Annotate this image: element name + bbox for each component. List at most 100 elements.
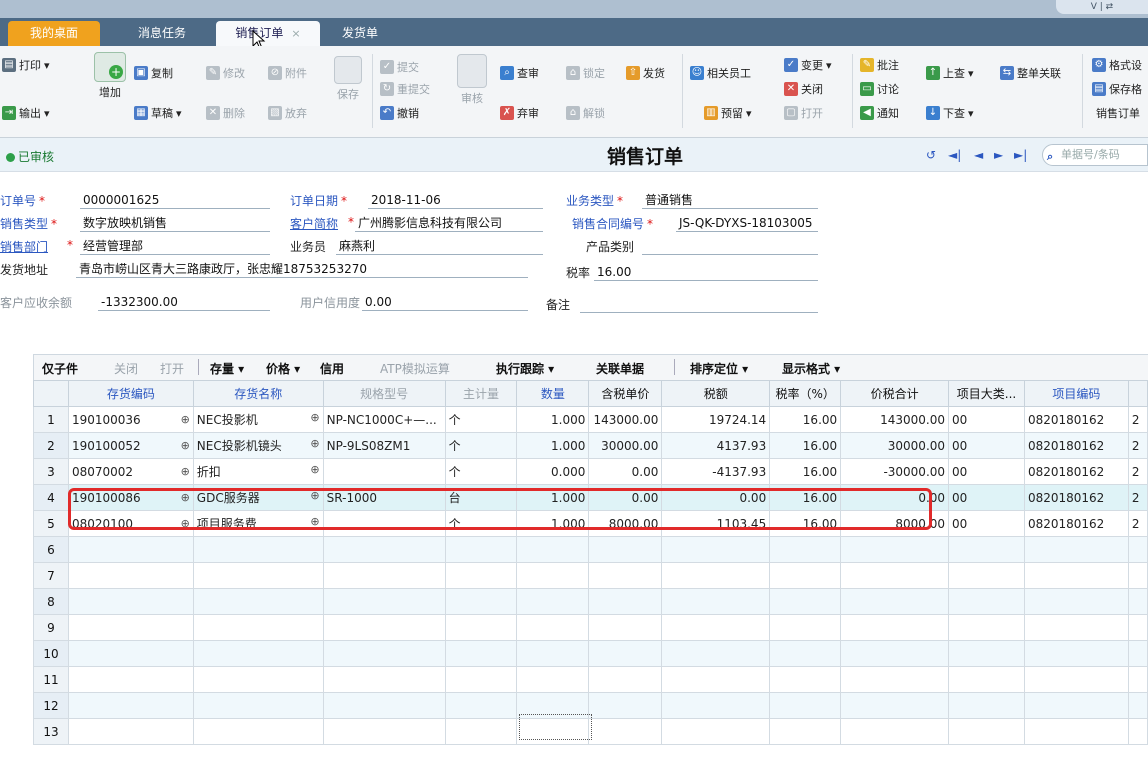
cell-name[interactable]: NEC投影机 ⊕ [192, 406, 324, 433]
tab-sales-order[interactable]: 销售订单 × [216, 21, 320, 46]
cell-total[interactable] [840, 692, 950, 719]
cell-tax[interactable]: 19724.14 [661, 406, 771, 433]
cell-rate[interactable]: 16.00 [769, 432, 842, 459]
table-row[interactable]: 11 [33, 666, 1148, 693]
cell-name[interactable]: 项目服务费 ⊕ [192, 510, 324, 537]
table-row[interactable]: 4 190100086 ⊕ GDC服务器 ⊕ SR-1000 台 1.000 0.00 0.00 1… [33, 484, 1148, 511]
discuss-button[interactable]: ▭ 讨论 [860, 80, 899, 98]
cell-code[interactable] [67, 666, 194, 693]
cell-tax[interactable] [661, 536, 771, 563]
cell-price[interactable]: 30000.00 [588, 432, 663, 459]
cell-total[interactable] [840, 536, 950, 563]
cell-tax[interactable]: -4137.93 [661, 458, 771, 485]
cell-unit[interactable] [444, 718, 518, 745]
column-header[interactable]: 含税单价 [588, 380, 663, 407]
cell-x[interactable]: 2 [1127, 432, 1148, 459]
column-header[interactable]: 税率（%） [769, 380, 842, 407]
revoke-button[interactable]: ↶ 撤销 [380, 104, 419, 122]
cell-unit[interactable] [444, 562, 518, 589]
cell-price[interactable] [588, 718, 663, 745]
discard-button[interactable]: ▧ 放弃 [268, 104, 307, 122]
paperclip-icon[interactable]: ⊕ [310, 515, 319, 528]
cell-proj[interactable]: 0820180162 [1023, 484, 1129, 511]
deliver-button[interactable]: ⇧ 发货 [626, 64, 665, 82]
cell-tax[interactable] [661, 562, 771, 589]
cell-spec[interactable] [322, 614, 446, 641]
column-header[interactable] [1127, 380, 1148, 407]
table-row[interactable]: 8 [33, 588, 1148, 615]
cell-rate[interactable] [769, 536, 842, 563]
cell-proj[interactable] [1023, 640, 1129, 667]
cell-total[interactable]: 8000.00 [840, 510, 950, 537]
cell-total[interactable]: 143000.00 [840, 406, 950, 433]
paperclip-icon[interactable]: ⊕ [310, 489, 319, 502]
draft-button[interactable]: ▦ 草稿 ▾ [134, 104, 182, 122]
cell-cat[interactable] [948, 718, 1025, 745]
cell-price[interactable]: 8000.00 [588, 510, 663, 537]
lock-button[interactable]: ⌂ 锁定 [566, 64, 605, 82]
cell-proj[interactable] [1023, 718, 1129, 745]
sales-type-field[interactable]: 数字放映机销售 [80, 215, 270, 232]
cell-total[interactable] [840, 718, 950, 745]
open-order-button[interactable]: ▢ 打开 [784, 104, 823, 122]
column-header[interactable]: 项目编码 [1023, 380, 1129, 407]
related-docs-button[interactable]: 关联单据 [596, 360, 644, 377]
cell-rate[interactable] [769, 562, 842, 589]
cell-price[interactable] [588, 562, 663, 589]
cell-rate[interactable] [769, 614, 842, 641]
format-setting-button[interactable]: ⚙ 格式设 [1092, 56, 1142, 74]
cell-name[interactable]: GDC服务器 ⊕ [192, 484, 324, 511]
cell-total[interactable]: 0.00 [840, 484, 950, 511]
cell-cat[interactable] [948, 692, 1025, 719]
paperclip-icon[interactable]: ⊕ [310, 437, 319, 450]
biz-type-field[interactable]: 普通销售 [642, 192, 818, 209]
first-record-icon[interactable]: ◄| [948, 148, 961, 162]
abandon-audit-button[interactable]: ✗ 弃审 [500, 104, 539, 122]
cell-price[interactable] [588, 536, 663, 563]
cell-spec[interactable] [322, 666, 446, 693]
column-header[interactable]: 规格型号 [322, 380, 446, 407]
column-header[interactable]: 主计量 [444, 380, 518, 407]
add-button[interactable]: + 增加 [92, 52, 128, 100]
paperclip-icon[interactable]: ⊕ [181, 439, 190, 452]
cell-price[interactable] [588, 692, 663, 719]
cell-unit[interactable] [444, 588, 518, 615]
cell-cat[interactable] [948, 536, 1025, 563]
cell-proj[interactable] [1023, 536, 1129, 563]
cell-name[interactable] [192, 614, 324, 641]
cell-total[interactable]: -30000.00 [840, 458, 950, 485]
column-header[interactable]: 价税合计 [840, 380, 950, 407]
paperclip-icon[interactable]: ⊕ [310, 463, 319, 476]
cell-spec[interactable] [322, 692, 446, 719]
cell-x[interactable]: 2 [1127, 510, 1148, 537]
notify-button[interactable]: ◀ 通知 [860, 104, 899, 122]
cell-spec[interactable] [322, 588, 446, 615]
cell-tax[interactable]: 0.00 [661, 484, 771, 511]
cell-qty[interactable] [516, 718, 590, 745]
cell-tax[interactable]: 1103.45 [661, 510, 771, 537]
cell-proj[interactable]: 0820180162 [1023, 510, 1129, 537]
tax-rate-field[interactable]: 16.00 [594, 264, 818, 281]
ship-addr-field[interactable]: 青岛市崂山区青大三路康政厅，张忠耀18753253270 [76, 261, 528, 278]
cell-qty[interactable] [516, 562, 590, 589]
cell-unit[interactable] [444, 536, 518, 563]
open-row-button[interactable]: 打开 [160, 360, 184, 377]
query-up-button[interactable]: ↑ 上查 ▾ [926, 64, 974, 82]
cell-cat[interactable]: 00 [948, 484, 1025, 511]
table-row[interactable]: 5 08020100 ⊕ 项目服务费 ⊕ 个 1.000 8000.00 1103.45 16.0… [33, 510, 1148, 537]
paperclip-icon[interactable]: ⊕ [310, 411, 319, 424]
paperclip-icon[interactable]: ⊕ [181, 491, 190, 504]
cell-price[interactable] [588, 640, 663, 667]
cell-x[interactable]: 2 [1127, 484, 1148, 511]
cell-code[interactable] [67, 718, 194, 745]
search-input[interactable]: ⌕ 单据号/条码 [1042, 144, 1148, 166]
track-menu[interactable]: 执行跟踪 ▾ [496, 360, 554, 377]
cell-price[interactable] [588, 614, 663, 641]
cell-name[interactable] [192, 718, 324, 745]
related-staff-button[interactable]: ☺ 相关员工 [690, 64, 751, 82]
cell-x[interactable]: 2 [1127, 406, 1148, 433]
cell-x[interactable]: 2 [1127, 458, 1148, 485]
paperclip-icon[interactable]: ⊕ [181, 465, 190, 478]
contract-field[interactable]: JS-QK-DYXS-18103005 [676, 215, 818, 232]
window-widget[interactable]: ᐯ | ⇄ [1056, 0, 1148, 14]
